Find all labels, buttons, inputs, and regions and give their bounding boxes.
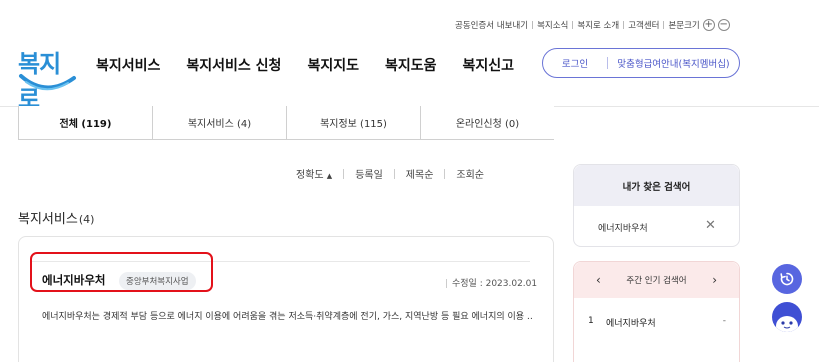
sort-views[interactable]: 조회순 [456, 166, 484, 181]
sort-accuracy[interactable]: 정확도 ▲ [296, 166, 332, 181]
util-news[interactable]: 복지소식 [537, 19, 568, 31]
result-modified-date: 수정일 : 2023.02.01 [446, 276, 537, 289]
utility-bar: 공동인증서 내보내기 복지소식 복지로 소개 고객센터 본문크기 + − [455, 19, 730, 31]
popular-rank: 1 [588, 316, 594, 326]
divider [572, 21, 574, 29]
result-tabs: 전체 (119) 복지서비스 (4) 복지정보 (115) 온라인신청 (0) [18, 106, 554, 140]
divider [446, 279, 447, 288]
my-search-panel: 내가 찾은 검색어 에너지바우처 ✕ [573, 164, 740, 247]
site-logo[interactable]: 복지로 [18, 44, 78, 113]
result-description[interactable]: 에너지바우처는 경제적 부담 등으로 에너지 이용에 어려움을 겪는 저소득·취… [42, 309, 532, 322]
popular-search-header: ‹ 주간 인기 검색어 › [574, 262, 739, 298]
smile-arc-logo-icon [19, 74, 76, 91]
tab-online-apply[interactable]: 온라인신청 (0) [421, 106, 554, 139]
chatbot-mascot-icon [776, 316, 798, 332]
sort-options: 정확도 ▲ 등록일 제목순 조회순 [296, 166, 484, 181]
popular-search-item[interactable]: 1 에너지바우처 - [588, 316, 726, 329]
nav-welfare-map[interactable]: 복지지도 [307, 55, 359, 75]
nav-service-apply[interactable]: 복지서비스 신청 [186, 55, 281, 75]
sort-title[interactable]: 제목순 [406, 166, 434, 181]
nav-welfare-service[interactable]: 복지서비스 [96, 55, 160, 75]
divider [532, 21, 534, 29]
sort-date[interactable]: 등록일 [355, 166, 383, 181]
my-search-title: 내가 찾은 검색어 [574, 165, 739, 206]
close-icon[interactable]: ✕ [705, 218, 716, 233]
chevron-right-icon[interactable]: › [712, 273, 717, 287]
divider [623, 21, 625, 29]
divider [393, 168, 395, 179]
section-title-text: 복지서비스 [18, 212, 78, 227]
recent-history-button[interactable] [772, 264, 802, 294]
history-icon [780, 272, 794, 286]
sort-accuracy-label: 정확도 [296, 170, 324, 181]
util-cert-export[interactable]: 공동인증서 내보내기 [455, 19, 528, 31]
tab-all[interactable]: 전체 (119) [18, 106, 153, 139]
popular-search-panel: ‹ 주간 인기 검색어 › 1 에너지바우처 - [573, 261, 740, 362]
section-count: (4) [78, 213, 95, 226]
divider [343, 168, 345, 179]
nav-welfare-report[interactable]: 복지신고 [463, 55, 515, 75]
chevron-left-icon[interactable]: ‹ [596, 273, 601, 287]
chatbot-button[interactable] [772, 302, 802, 332]
tab-welfare-info[interactable]: 복지정보 (115) [287, 106, 421, 139]
divider [663, 21, 665, 29]
section-title: 복지서비스(4) [18, 208, 94, 227]
sort-up-icon: ▲ [326, 172, 333, 180]
nav-welfare-help[interactable]: 복지도움 [385, 55, 437, 75]
popular-keyword: 에너지바우처 [606, 319, 656, 329]
rank-change: - [722, 316, 726, 326]
login-button[interactable]: 로그인 [543, 56, 607, 70]
result-date-text: 수정일 : 2023.02.01 [452, 279, 538, 289]
auth-pill: 로그인 맞춤형급여안내(복지멤버십) [542, 48, 740, 78]
divider [444, 168, 446, 179]
util-about[interactable]: 복지로 소개 [577, 19, 619, 31]
zoom-in-button[interactable]: + [702, 19, 715, 31]
util-font-size-label: 본문크기 [668, 21, 700, 31]
tab-welfare-service[interactable]: 복지서비스 (4) [153, 106, 287, 139]
popular-search-title: 주간 인기 검색어 [626, 276, 687, 286]
my-search-keyword[interactable]: 에너지바우처 [598, 221, 648, 234]
zoom-out-button[interactable]: − [717, 19, 730, 31]
global-nav: 복지서비스 복지서비스 신청 복지지도 복지도움 복지신고 [96, 55, 540, 75]
highlight-annotation-box [30, 252, 213, 292]
util-customer-center[interactable]: 고객센터 [628, 19, 659, 31]
membership-guide-button[interactable]: 맞춤형급여안내(복지멤버십) [608, 56, 739, 70]
